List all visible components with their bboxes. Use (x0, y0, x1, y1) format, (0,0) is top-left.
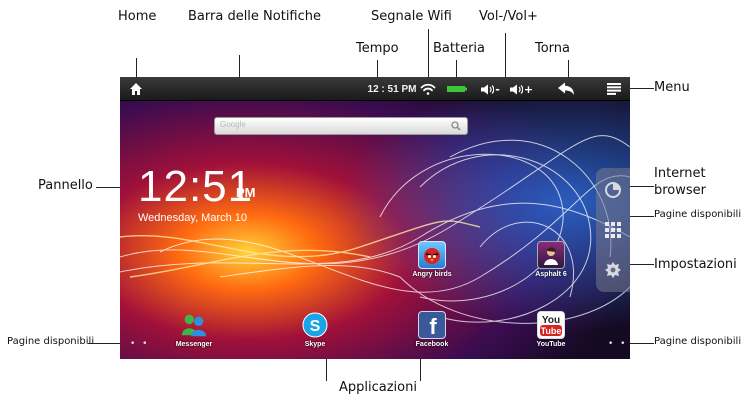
facebook-icon: f (418, 311, 446, 339)
back-icon[interactable] (554, 77, 578, 101)
messenger-icon (180, 311, 208, 339)
asphalt-icon (537, 241, 565, 269)
skype-icon: S (301, 311, 329, 339)
clock-widget-ampm: PM (236, 185, 256, 200)
callout-settings: Impostazioni (654, 257, 737, 272)
volume-down-button[interactable]: - (475, 77, 505, 101)
home-icon[interactable] (126, 77, 146, 101)
app-label: Skype (304, 341, 326, 348)
callout-panel: Pannello (38, 178, 93, 193)
side-panel (596, 168, 630, 292)
search-input[interactable]: Google (214, 117, 468, 135)
callout-menu: Menu (654, 80, 690, 95)
angry-birds-icon (418, 241, 446, 269)
app-youtube[interactable]: You Tube YouTube (519, 311, 583, 348)
search-icon (451, 121, 461, 131)
app-label: YouTube (536, 341, 566, 348)
app-label: Messenger (175, 341, 213, 348)
leader-line (420, 359, 421, 381)
callout-time: Tempo (356, 41, 399, 56)
app-label: Asphalt 6 (535, 271, 567, 278)
callout-applications: Applicazioni (339, 380, 417, 395)
callout-back: Torna (535, 41, 571, 56)
youtube-icon: You Tube (537, 311, 565, 339)
callout-battery: Batteria (433, 41, 485, 56)
callout-volume: Vol-/Vol+ (479, 9, 538, 24)
status-clock-text: 12 : 51 PM (367, 83, 417, 95)
callout-notifications-bar: Barra delle Notifiche (188, 9, 322, 24)
speaker-icon (509, 84, 523, 94)
callout-pages-available-bottom: Pagine disponibili (654, 336, 742, 347)
callout-home: Home (118, 9, 157, 24)
clock-widget-date: Wednesday, March 10 (138, 212, 248, 224)
leader-line (326, 359, 327, 381)
volume-up-button[interactable]: + (505, 77, 537, 101)
svg-text:S: S (310, 318, 321, 335)
leader-line (428, 29, 429, 81)
app-angry-birds[interactable]: Angry birds (400, 241, 464, 278)
callout-pages-available-top: Pagine disponibili (654, 209, 742, 220)
speaker-icon (481, 84, 495, 94)
leader-line (505, 33, 506, 81)
wifi-icon (417, 77, 439, 101)
settings-icon[interactable] (596, 250, 630, 290)
status-bar: 12 : 51 PM - + (120, 77, 630, 101)
app-facebook[interactable]: f Facebook (400, 311, 464, 348)
volume-up-label: + (523, 82, 534, 96)
app-asphalt[interactable]: Asphalt 6 (519, 241, 583, 278)
app-label: Facebook (415, 341, 449, 348)
app-messenger[interactable]: Messenger (162, 311, 226, 348)
callout-internet-browser: Internet browser (654, 166, 707, 198)
callout-wifi-signal: Segnale Wifi (371, 9, 452, 24)
svg-text:f: f (429, 314, 437, 336)
callout-pages-available-left: Pagine disponibili (7, 336, 95, 347)
page-indicator-right: • • (608, 339, 628, 349)
page-indicator-left: • • (130, 339, 150, 349)
app-skype[interactable]: S Skype (283, 311, 347, 348)
app-grid-icon[interactable] (596, 210, 630, 250)
menu-icon[interactable] (603, 77, 625, 101)
status-clock: 12 : 51 PM (360, 77, 424, 101)
browser-icon[interactable] (596, 170, 630, 210)
battery-icon (445, 77, 469, 101)
svg-text:You: You (542, 315, 560, 326)
svg-text:Tube: Tube (541, 326, 562, 336)
search-placeholder: Google (220, 120, 246, 129)
volume-down-label: - (495, 82, 500, 96)
home-screen: 12 : 51 PM - + Google 12:51 PM Wednesday… (120, 77, 630, 359)
app-label: Angry birds (412, 271, 452, 278)
